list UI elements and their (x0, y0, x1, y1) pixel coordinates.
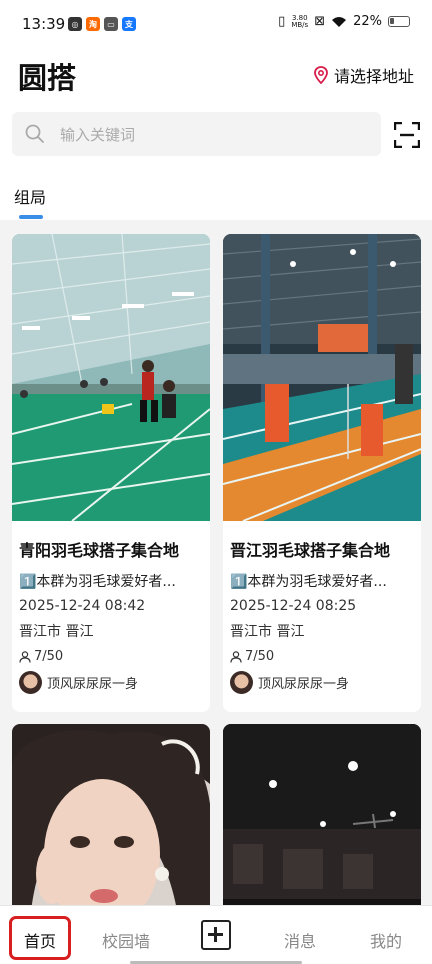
author-name: 顶风尿尿尿一身 (47, 677, 139, 692)
member-count-value: 7/50 (245, 649, 275, 664)
card-image-indoor-court (223, 234, 421, 521)
network-speed: 3.80 MB/s (291, 14, 309, 29)
search-icon (25, 124, 44, 143)
card-time: 2025-12-24 08:42 (19, 598, 146, 614)
member-count-value: 7/50 (34, 649, 64, 664)
author-name: 顶风尿尿尿一身 (258, 677, 350, 692)
location-pin-icon (314, 66, 328, 84)
message-notification-icon: ▭ (104, 17, 118, 31)
card-description: 1️⃣本群为羽毛球爱好者... (19, 574, 176, 590)
add-post-button[interactable] (201, 920, 231, 950)
tab-active-indicator (19, 215, 43, 219)
bottom-tab-bar: 首页 校园墙 消息 我的 (0, 905, 432, 964)
card-author[interactable]: 顶风尿尿尿一身 (230, 671, 414, 694)
scan-icon[interactable] (394, 122, 420, 148)
status-bar: 13:39 ◎ 淘 ▭ 支 ▯ 3.80 MB/s ⊠ 22% (0, 0, 432, 50)
tab-home[interactable]: 首页 (24, 928, 56, 952)
search-input[interactable]: 输入关键词 (12, 112, 381, 156)
card-location: 晋江市 晋江 (19, 624, 94, 640)
header: 圆搭 请选择地址 输入关键词 组局 (0, 50, 432, 220)
status-right: ▯ 3.80 MB/s ⊠ 22% (278, 14, 410, 29)
location-selector[interactable]: 请选择地址 (314, 63, 414, 87)
person-icon (230, 650, 242, 663)
card-title: 晋江羽毛球搭子集合地 (230, 541, 391, 560)
person-icon (19, 650, 31, 663)
tab-messages[interactable]: 消息 (284, 928, 316, 952)
card-grid: 青阳羽毛球搭子集合地 1️⃣本群为羽毛球爱好者... 2025-12-24 08… (12, 234, 421, 944)
search-placeholder: 输入关键词 (60, 125, 136, 144)
tab-campus-wall[interactable]: 校园墙 (102, 928, 150, 952)
avatar (19, 671, 42, 694)
card-author[interactable]: 顶风尿尿尿一身 (19, 671, 203, 694)
notification-icons: ◎ 淘 ▭ 支 (68, 17, 136, 31)
app-notification-icon: ◎ (68, 17, 82, 31)
speed-unit: MB/s (291, 20, 309, 29)
wifi-icon (332, 16, 347, 27)
card-title: 青阳羽毛球搭子集合地 (19, 541, 180, 560)
battery-icon (388, 16, 410, 27)
alipay-notification-icon: 支 (122, 17, 136, 31)
card-location: 晋江市 晋江 (230, 624, 305, 640)
card-member-count: 7/50 (230, 649, 414, 664)
shop-notification-icon: 淘 (86, 17, 100, 31)
status-time: 13:39 (22, 15, 66, 33)
card-image-badminton-court (12, 234, 210, 521)
activity-card[interactable]: 青阳羽毛球搭子集合地 1️⃣本群为羽毛球爱好者... 2025-12-24 08… (12, 234, 210, 712)
tab-group[interactable]: 组局 (14, 184, 46, 208)
location-label: 请选择地址 (333, 67, 414, 86)
page-title: 圆搭 (18, 61, 77, 95)
avatar (230, 671, 253, 694)
vibrate-icon: ▯ (278, 14, 286, 29)
sim-off-icon: ⊠ (314, 14, 326, 29)
tab-mine[interactable]: 我的 (370, 928, 402, 952)
card-description: 1️⃣本群为羽毛球爱好者... (230, 574, 387, 590)
battery-percent: 22% (353, 14, 382, 29)
card-time: 2025-12-24 08:25 (230, 598, 357, 614)
card-member-count: 7/50 (19, 649, 203, 664)
activity-card[interactable]: 晋江羽毛球搭子集合地 1️⃣本群为羽毛球爱好者... 2025-12-24 08… (223, 234, 421, 712)
